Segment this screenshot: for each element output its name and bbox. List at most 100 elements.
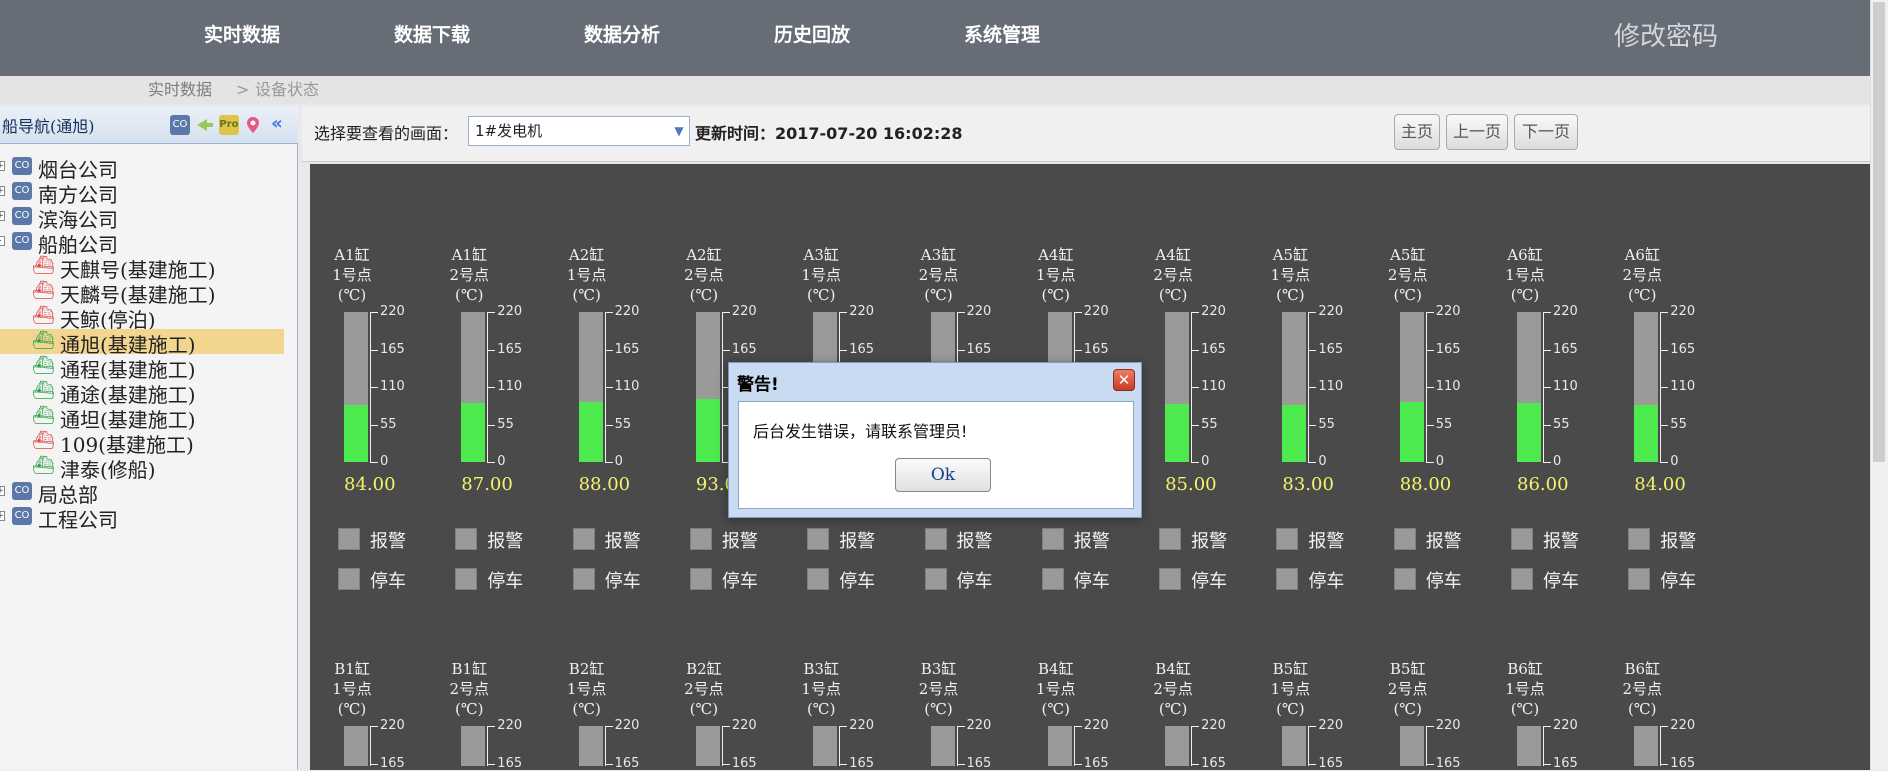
alarm-checkbox[interactable] (924, 528, 947, 550)
stop-checkbox[interactable] (1511, 568, 1533, 590)
gauge-unit: (℃) (1510, 700, 1540, 718)
gauge-tick-label: 165 (1083, 755, 1109, 771)
stop-checkbox[interactable] (1393, 568, 1416, 590)
gauge-tick-label: 0 (497, 454, 506, 469)
pro-icon[interactable]: Pro (219, 115, 239, 135)
stop-checkbox[interactable] (572, 568, 595, 590)
gauge-tick (604, 387, 613, 388)
gauge-tick-label: 220 (1553, 304, 1578, 319)
stop-checkbox[interactable] (689, 568, 712, 590)
alarm-checkbox[interactable] (572, 528, 595, 550)
gauge-tick-label: 165 (1318, 755, 1344, 771)
gauge-point: 1号点 (801, 266, 841, 284)
alarm-checkbox[interactable] (1393, 528, 1416, 550)
tree-ship-node[interactable]: ⛴ 通途(基建施工) (0, 379, 298, 407)
window-scrollbar-thumb[interactable] (1873, 2, 1885, 462)
gauge-unit: (℃) (1041, 286, 1071, 304)
tree-ship-node[interactable]: ⛴ 天麒号(基建施工) (0, 254, 298, 282)
gauge-tick (956, 726, 965, 727)
gauge-tick (1308, 349, 1317, 351)
expand-toggle-icon[interactable]: + (0, 486, 5, 496)
stop-checkbox[interactable] (1159, 568, 1182, 590)
alarm-checkbox[interactable] (1276, 528, 1299, 550)
breadcrumb-root[interactable]: 实时数据 (148, 76, 212, 104)
sidebar-title: 船导航(通旭) (2, 117, 95, 136)
gauge-tick (1660, 387, 1669, 388)
tree-ship-node[interactable]: ⛴ 通程(基建施工) (0, 354, 298, 382)
gauge-title: A3缸 (920, 246, 957, 264)
stop-checkbox[interactable] (338, 568, 360, 590)
gauge-tick (956, 312, 965, 313)
gauge-unit: (℃) (1041, 700, 1071, 718)
tree-ship-node[interactable]: ⛴ 天鲸(停泊) (0, 304, 298, 332)
gauge-point: 2号点 (1387, 680, 1428, 698)
expand-toggle-icon[interactable]: + (0, 511, 5, 521)
tree-company-node[interactable]: +CO烟台公司 (0, 154, 298, 182)
ok-button[interactable]: Ok (895, 458, 991, 492)
tree-company-node[interactable]: -CO船舶公司 (0, 229, 298, 257)
expand-toggle-icon[interactable]: + (0, 186, 5, 196)
home-page-button[interactable]: 主页 (1394, 114, 1440, 150)
alarm-checkbox[interactable] (1511, 528, 1533, 550)
alarm-checkbox[interactable] (338, 528, 360, 550)
gauge-title: B3缸 (803, 660, 839, 678)
alarm-checkbox[interactable] (689, 528, 712, 550)
nav-history-playback[interactable]: 历史回放 (774, 20, 850, 47)
gauge-fill (1634, 404, 1659, 462)
expand-toggle-icon[interactable]: + (0, 161, 5, 171)
stop-checkbox[interactable] (1628, 568, 1651, 590)
stop-checkbox[interactable] (807, 568, 830, 590)
change-password-link[interactable]: 修改密码 (1614, 16, 1718, 53)
tree-node-label: 工程公司 (38, 508, 118, 532)
alarm-checkbox[interactable] (1159, 528, 1182, 550)
tree-ship-node[interactable]: ⛴ 天麟号(基建施工) (0, 279, 298, 307)
alarm-checkbox[interactable] (1041, 528, 1064, 550)
chevron-down-icon[interactable]: ▼ (669, 117, 689, 145)
gauge-axis (1191, 726, 1193, 766)
stop-checkbox[interactable] (1276, 568, 1299, 590)
tree-company-node[interactable]: +CO局总部 (0, 479, 298, 507)
alarm-checkbox[interactable] (455, 528, 478, 550)
gauge-tick-label: 55 (614, 416, 632, 432)
gauge-point: 1号点 (1270, 680, 1311, 698)
nav-data-download[interactable]: 数据下载 (394, 20, 470, 47)
close-icon[interactable]: ✕ (1113, 369, 1135, 391)
co-icon[interactable]: CO (170, 115, 190, 135)
gauge-point: 1号点 (1505, 266, 1545, 284)
gauge-tick-label: 220 (1201, 304, 1226, 319)
ship-icon: ⛴ (32, 380, 55, 401)
gauge-tick-label: 110 (614, 379, 640, 394)
gauge-unit: (℃) (806, 700, 836, 718)
nav-data-analysis[interactable]: 数据分析 (584, 20, 660, 47)
collapse-toggle-icon[interactable]: - (0, 236, 5, 246)
arrow-icon[interactable] (195, 115, 215, 135)
alarm-checkbox[interactable] (807, 528, 830, 550)
stop-checkbox[interactable] (1041, 568, 1064, 590)
tree-company-node[interactable]: +CO南方公司 (0, 179, 298, 207)
gauge-tick (1425, 462, 1434, 463)
tree-ship-node[interactable]: ⛴ 津泰(修船) (0, 454, 298, 482)
gauge-unit: (℃) (1393, 286, 1422, 304)
alarm-checkbox[interactable] (1628, 528, 1651, 550)
gauge-tick-label: 220 (1435, 304, 1461, 319)
gauge-tick-label: 165 (731, 341, 757, 357)
tree-company-node[interactable]: + CO 工程公司 (0, 504, 298, 532)
nav-realtime-data[interactable]: 实时数据 (204, 20, 280, 47)
tree-company-node[interactable]: +CO滨海公司 (0, 204, 298, 232)
tree-ship-node[interactable]: ⛴ 通旭(基建施工) (0, 329, 284, 357)
collapse-icon[interactable]: « (267, 115, 287, 135)
next-page-button[interactable]: 下一页 (1514, 114, 1578, 150)
stop-checkbox[interactable] (455, 568, 478, 590)
gauge-fill (1282, 405, 1307, 462)
stop-checkbox[interactable] (924, 568, 947, 590)
gauge-tick-label: 110 (1553, 379, 1578, 394)
prev-page-button[interactable]: 上一页 (1446, 114, 1508, 150)
gauge-tick (1425, 349, 1434, 351)
tree-ship-node[interactable]: ⛴ 109(基建施工) (0, 429, 298, 457)
tree-ship-node[interactable]: ⛴ 通坦(基建施工) (0, 404, 298, 432)
expand-toggle-icon[interactable]: + (0, 211, 5, 221)
screen-select[interactable]: 1#发电机 ▼ (468, 116, 690, 146)
nav-system-management[interactable]: 系统管理 (964, 20, 1040, 47)
gauge-title: A3缸 (803, 246, 839, 264)
location-pin-icon[interactable] (243, 115, 263, 135)
